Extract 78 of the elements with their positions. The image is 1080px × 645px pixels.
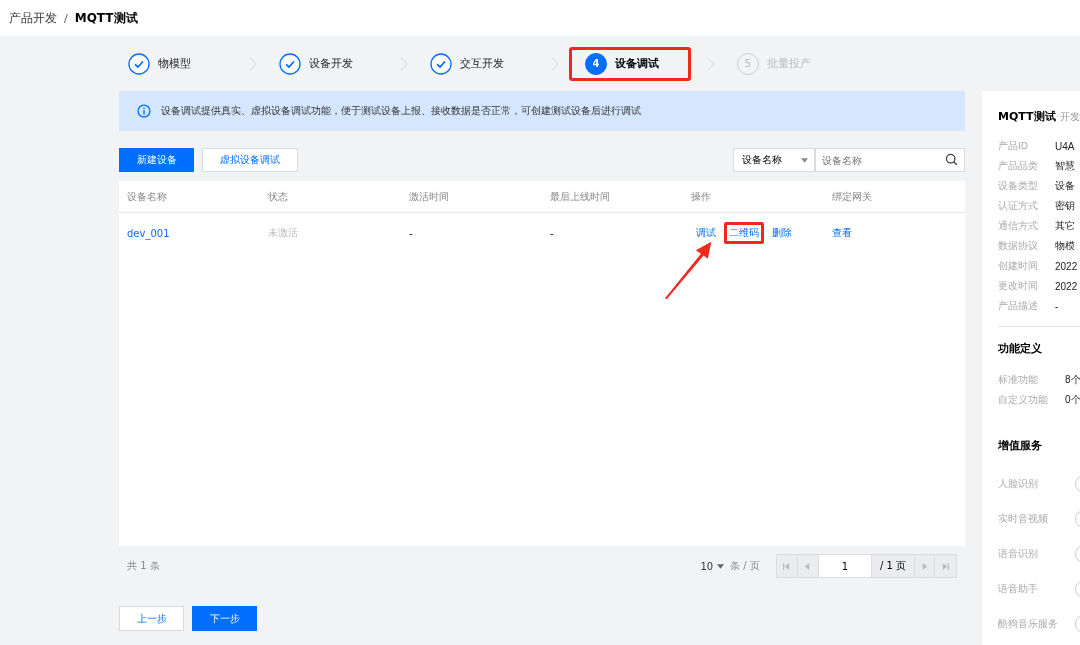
info-value: 0个	[1065, 393, 1080, 407]
info-value: 2022	[1055, 280, 1078, 292]
info-value: 智慧	[1055, 159, 1075, 173]
step[interactable]: 物模型	[119, 46, 233, 81]
gateway-link[interactable]: 查看	[824, 226, 965, 240]
info-value: 8个	[1065, 373, 1080, 387]
info-label: 认证方式	[998, 199, 1039, 213]
step-label: 交互开发	[460, 56, 504, 71]
search-field[interactable]: 设备名称	[815, 148, 965, 172]
step[interactable]: 交互开发	[421, 46, 535, 81]
service-label: 人脸识别	[998, 477, 1039, 491]
page-title: MQTT测试	[74, 9, 138, 27]
chevron-icon	[551, 55, 559, 72]
info-label: 设备类型	[998, 179, 1039, 193]
info-label: 产品描述	[998, 299, 1039, 313]
info-value: 密钥	[1055, 199, 1075, 213]
table-cell-text: -	[549, 227, 555, 239]
section-title: 功能定义	[998, 341, 1043, 356]
info-label: 标准功能	[998, 373, 1039, 387]
column-header: 操作	[690, 189, 712, 204]
section-title: 增值服务	[998, 438, 1043, 453]
table-cell-text: -	[408, 227, 414, 239]
filter-dropdown[interactable]: 设备名称	[733, 148, 815, 172]
check-icon	[430, 52, 452, 75]
product-name: MQTT测试	[998, 109, 1056, 124]
page-size-unit: 条 / 页	[730, 559, 760, 573]
info-label: 创建时间	[998, 259, 1039, 273]
check-icon	[279, 52, 301, 75]
step[interactable]: 设备开发	[270, 46, 384, 81]
device-name-link[interactable]: dev_001	[119, 227, 260, 239]
caret-icon	[717, 563, 725, 569]
chevron-icon	[400, 55, 408, 72]
breadcrumb-separator: /	[64, 11, 68, 25]
info-value: 物模	[1055, 239, 1075, 253]
step[interactable]: 4 设备调试	[569, 46, 691, 81]
service-label: 语音助手	[998, 582, 1039, 596]
next-step-button[interactable]: 下一步	[192, 606, 257, 631]
info-text: 设备调试提供真实、虚拟设备调试功能，便于测试设备上报、接收数据是否正常，可创建测试设备后进行调试	[161, 104, 641, 118]
caret-icon	[801, 157, 808, 163]
breadcrumb-link[interactable]: 产品开发	[9, 9, 57, 27]
virtual-debug-button[interactable]: 虚拟设备调试	[202, 148, 298, 172]
total-count: 共 1 条	[126, 559, 160, 573]
info-label: 通信方式	[998, 219, 1039, 233]
info-value: 其它	[1055, 219, 1075, 233]
info-value: U4A	[1055, 140, 1075, 152]
action-link[interactable]: 二维码	[724, 222, 764, 244]
info-label: 自定义功能	[998, 393, 1049, 407]
info-icon	[137, 104, 151, 118]
info-label: 数据协议	[998, 239, 1039, 253]
info-label: 更改时间	[998, 279, 1039, 293]
column-header: 设备名称	[126, 189, 168, 204]
chevron-icon	[249, 55, 257, 72]
chevron-icon	[707, 55, 715, 72]
column-header: 状态	[267, 189, 289, 204]
step-label: 设备开发	[309, 56, 353, 71]
action-link[interactable]: 调试	[691, 222, 721, 244]
new-device-button[interactable]: 新建设备	[119, 148, 194, 172]
check-icon	[128, 52, 150, 75]
column-header: 最后上线时间	[549, 189, 611, 204]
status-cell-text: 未激活	[267, 226, 299, 240]
info-label: 产品ID	[998, 139, 1030, 153]
step-label: 设备调试	[615, 56, 659, 71]
service-label: 实时音视频	[998, 512, 1049, 526]
page-size-dropdown[interactable]: 10	[700, 560, 725, 572]
column-header: 绑定网关	[831, 189, 873, 204]
search-icon	[945, 153, 958, 166]
product-stage: 开发	[1059, 110, 1080, 124]
step-number: 4	[585, 52, 607, 75]
info-label: 产品品类	[998, 159, 1039, 173]
info-value: 设备	[1055, 179, 1075, 193]
service-label: 语音识别	[998, 547, 1039, 561]
previous-step-button[interactable]: 上一步	[119, 606, 184, 631]
info-value: 2022	[1055, 260, 1078, 272]
step-label: 物模型	[158, 56, 191, 71]
info-value: -	[1055, 300, 1059, 312]
action-link[interactable]: 删除	[767, 222, 797, 244]
service-label: 酷狗音乐服务	[998, 617, 1059, 631]
column-header: 激活时间	[408, 189, 450, 204]
